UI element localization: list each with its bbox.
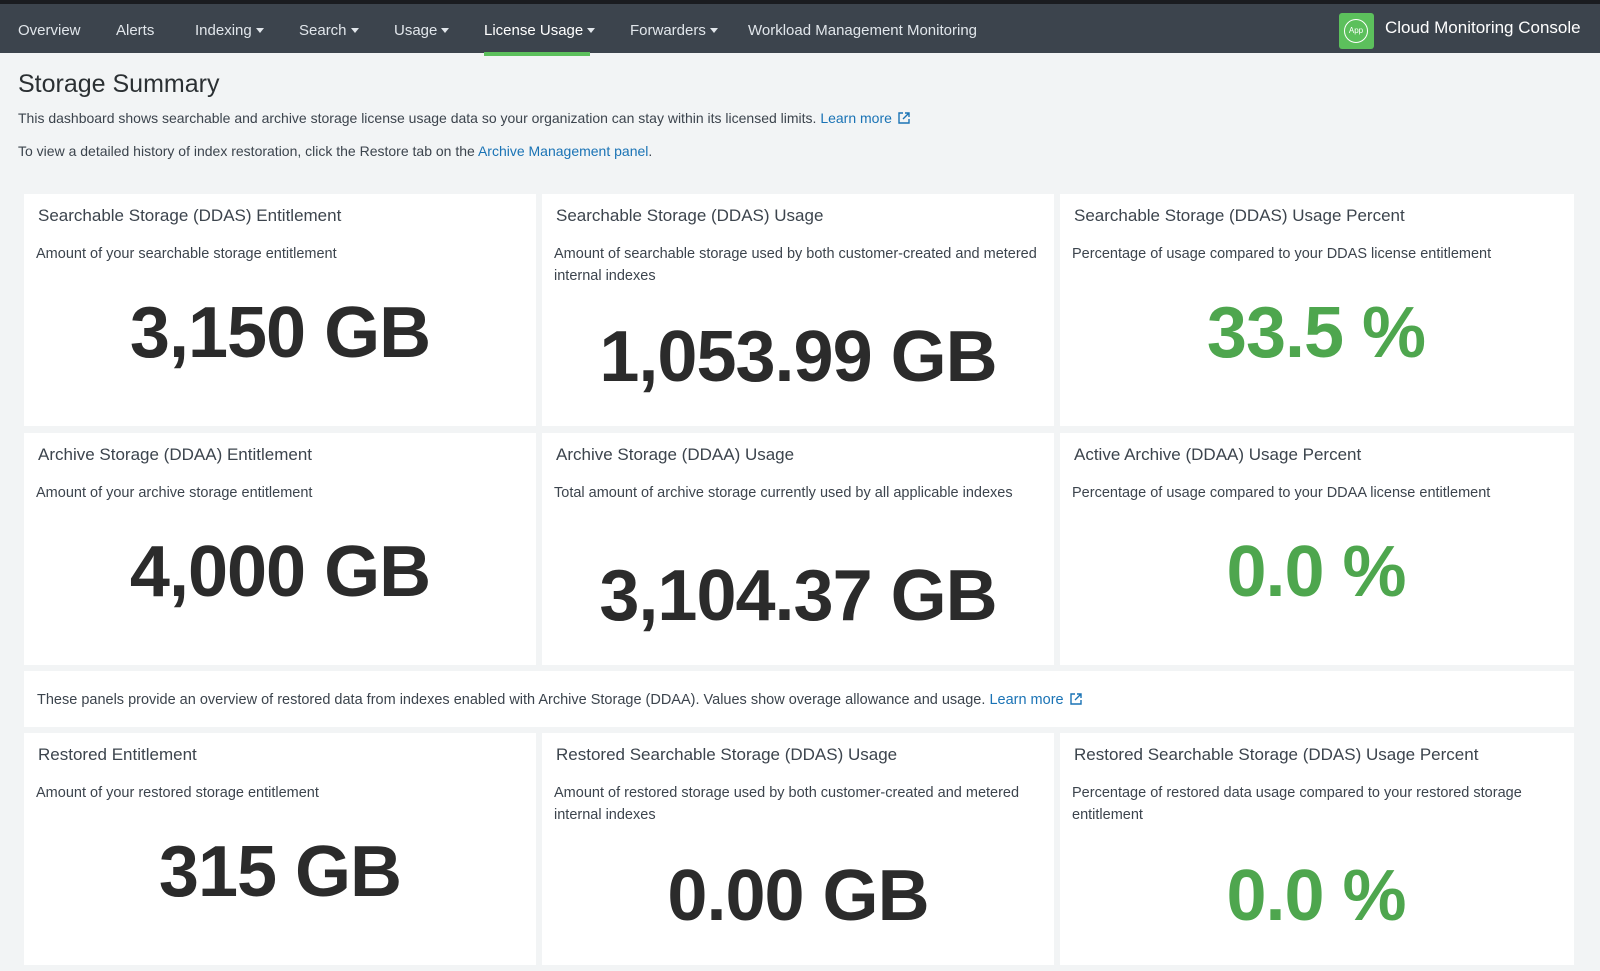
panel-subtitle: Amount of your searchable storage entitl… — [36, 246, 337, 262]
panel-title: Archive Storage (DDAA) Usage — [556, 445, 795, 464]
panel-ddas-usage: Searchable Storage (DDAS) Usage Amount o… — [542, 194, 1054, 426]
single-value: 0.0 % — [1226, 856, 1406, 936]
page-title: Storage Summary — [18, 70, 220, 98]
panel-title: Active Archive (DDAA) Usage Percent — [1074, 445, 1362, 464]
nav-license-usage-menu[interactable]: License Usage — [484, 8, 596, 53]
caret-down-icon — [255, 27, 264, 33]
single-value: 3,150 GB — [129, 293, 431, 373]
panel-subtitle: Amount of restored storage used by both … — [554, 785, 1020, 823]
panel-ddas-entitlement: Searchable Storage (DDAS) Entitlement Am… — [24, 194, 536, 426]
single-value: 33.5 % — [1206, 293, 1426, 373]
nav-indexing-menu[interactable]: Indexing — [195, 8, 264, 53]
caret-down-icon — [587, 27, 596, 33]
panel-subtitle: Total amount of archive storage currentl… — [554, 485, 1013, 501]
panel-ddaa-entitlement: Archive Storage (DDAA) Entitlement Amoun… — [24, 433, 536, 665]
app-badge-label: App — [1344, 19, 1368, 43]
nav-indexing-label: Indexing — [195, 22, 252, 39]
description-text: This dashboard shows searchable and arch… — [18, 110, 817, 126]
nav-search-label: Search — [299, 22, 347, 39]
nav-forwarders-menu[interactable]: Forwarders — [630, 8, 718, 53]
panel-title: Restored Searchable Storage (DDAS) Usage… — [1074, 745, 1479, 764]
restored-info-panel: These panels provide an overview of rest… — [24, 671, 1574, 727]
restore-hint-suffix: . — [648, 143, 653, 159]
single-value: 0.0 % — [1226, 532, 1406, 612]
single-value: 0.00 GB — [667, 856, 929, 936]
panel-restored-usage-percent: Restored Searchable Storage (DDAS) Usage… — [1060, 733, 1574, 965]
learn-more-link[interactable]: Learn more — [820, 110, 892, 126]
single-value: 3,104.37 GB — [599, 556, 997, 636]
panel-title: Archive Storage (DDAA) Entitlement — [38, 445, 312, 464]
restore-hint: To view a detailed history of index rest… — [18, 143, 652, 159]
restore-hint-text: To view a detailed history of index rest… — [18, 143, 475, 159]
nav-usage-menu[interactable]: Usage — [394, 8, 450, 53]
panel-title: Searchable Storage (DDAS) Entitlement — [38, 206, 342, 225]
nav-alerts[interactable]: Alerts — [116, 8, 154, 53]
learn-more-link[interactable]: Learn more — [989, 692, 1063, 708]
nav-forwarders-label: Forwarders — [630, 22, 706, 39]
app-icon[interactable]: App — [1339, 13, 1374, 49]
panel-title: Restored Entitlement — [38, 745, 197, 764]
app-title[interactable]: Cloud Monitoring Console — [1385, 18, 1581, 38]
panel-subtitle: Amount of your restored storage entitlem… — [36, 785, 319, 801]
nav-workload-management[interactable]: Workload Management Monitoring — [748, 8, 977, 53]
panel-ddaa-usage-percent: Active Archive (DDAA) Usage Percent Perc… — [1060, 433, 1574, 665]
nav-overview[interactable]: Overview — [18, 8, 81, 53]
nav-workload-label: Workload Management Monitoring — [748, 22, 978, 39]
panel-ddaa-usage: Archive Storage (DDAA) Usage Total amoun… — [542, 433, 1054, 665]
panel-subtitle: Amount of searchable storage used by bot… — [554, 246, 1037, 284]
caret-down-icon — [350, 27, 359, 33]
nav-search-menu[interactable]: Search — [299, 8, 359, 53]
restored-info-text: These panels provide an overview of rest… — [37, 692, 986, 708]
top-nav-bar: Overview Alerts Indexing Search Usage Li… — [0, 0, 1600, 56]
panel-restored-entitlement: Restored Entitlement Amount of your rest… — [24, 733, 536, 965]
restored-info: These panels provide an overview of rest… — [37, 692, 1082, 708]
nav-overview-label: Overview — [18, 22, 81, 39]
panel-ddas-usage-percent: Searchable Storage (DDAS) Usage Percent … — [1060, 194, 1574, 426]
nav-usage-label: Usage — [394, 22, 438, 39]
caret-down-icon — [441, 27, 450, 33]
single-value: 4,000 GB — [129, 532, 431, 612]
panel-subtitle: Percentage of usage compared to your DDA… — [1072, 246, 1492, 262]
panel-title: Restored Searchable Storage (DDAS) Usage — [556, 745, 898, 764]
single-value: 315 GB — [158, 832, 402, 912]
active-tab-indicator — [484, 52, 590, 56]
nav-license-usage-label: License Usage — [484, 22, 584, 39]
single-value: 1,053.99 GB — [599, 317, 997, 397]
panel-subtitle: Amount of your archive storage entitleme… — [36, 485, 313, 501]
archive-management-link[interactable]: Archive Management panel — [478, 143, 648, 159]
dashboard-description: This dashboard shows searchable and arch… — [18, 110, 910, 126]
panel-restored-usage: Restored Searchable Storage (DDAS) Usage… — [542, 733, 1054, 965]
nav-alerts-label: Alerts — [116, 22, 155, 39]
caret-down-icon — [709, 27, 718, 33]
external-link-icon — [898, 112, 910, 124]
external-link-icon — [1069, 693, 1082, 705]
panel-title: Searchable Storage (DDAS) Usage Percent — [1074, 206, 1405, 225]
panel-title: Searchable Storage (DDAS) Usage — [556, 206, 824, 225]
panel-subtitle: Percentage of usage compared to your DDA… — [1072, 485, 1491, 501]
panel-subtitle: Percentage of restored data usage compar… — [1072, 785, 1522, 823]
